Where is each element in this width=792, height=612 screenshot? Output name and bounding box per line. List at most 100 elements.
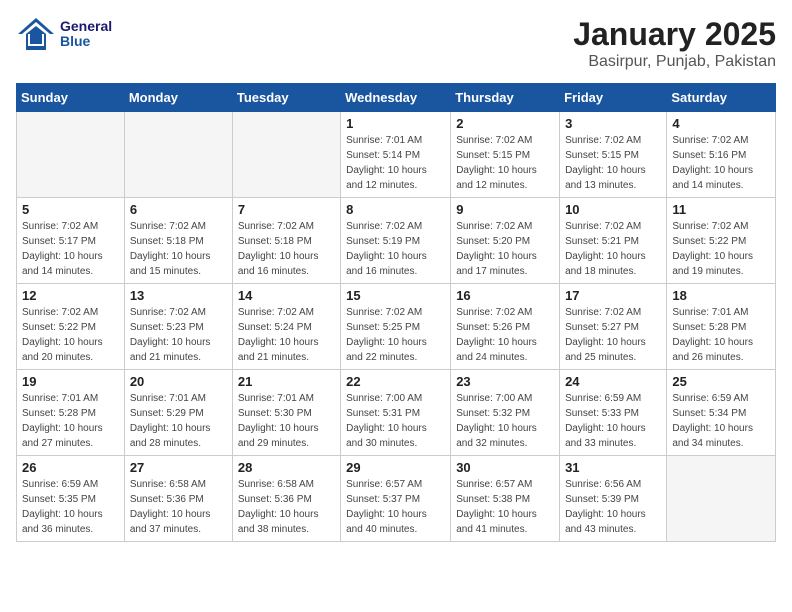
- calendar-header-row: SundayMondayTuesdayWednesdayThursdayFrid…: [17, 84, 776, 112]
- calendar-cell: 3Sunrise: 7:02 AMSunset: 5:15 PMDaylight…: [560, 112, 667, 198]
- day-info: Sunrise: 7:00 AMSunset: 5:31 PMDaylight:…: [346, 391, 445, 451]
- calendar-cell: 14Sunrise: 7:02 AMSunset: 5:24 PMDayligh…: [232, 284, 340, 370]
- calendar-cell: 15 Sunrise: 7:02 AMSunset: 5:25 PMDayligh…: [341, 284, 451, 370]
- day-number: 27: [130, 460, 227, 475]
- calendar-cell: 26 Sunrise: 6:59 AMSunset: 5:35 PMDayligh…: [17, 456, 125, 542]
- day-number: 24: [565, 374, 661, 389]
- day-info: Sunrise: 6:59 AMSunset: 5:35 PMDaylight:…: [22, 477, 119, 537]
- day-number: 11: [672, 202, 770, 217]
- day-number: 9: [456, 202, 554, 217]
- calendar-cell: 8 Sunrise: 7:02 AMSunset: 5:19 PMDaylight…: [341, 198, 451, 284]
- day-info: Sunrise: 7:02 AMSunset: 5:15 PMDaylight:…: [456, 133, 554, 193]
- page-header: General Blue January 2025 Basirpur, Punj…: [16, 16, 776, 71]
- day-number: 13: [130, 288, 227, 303]
- day-number: 15: [346, 288, 445, 303]
- calendar-cell: 2 Sunrise: 7:02 AMSunset: 5:15 PMDaylight…: [451, 112, 560, 198]
- calendar-header-monday: Monday: [124, 84, 232, 112]
- day-number: 6: [130, 202, 227, 217]
- day-number: 12: [22, 288, 119, 303]
- calendar-cell: 21 Sunrise: 7:01 AMSunset: 5:30 PMDayligh…: [232, 370, 340, 456]
- calendar-cell: 16Sunrise: 7:02 AMSunset: 5:26 PMDayligh…: [451, 284, 560, 370]
- day-number: 8: [346, 202, 445, 217]
- calendar-cell: 30 Sunrise: 6:57 AMSunset: 5:38 PMDayligh…: [451, 456, 560, 542]
- day-info: Sunrise: 7:01 AMSunset: 5:14 PMDaylight:…: [346, 133, 445, 193]
- day-info: Sunrise: 6:58 AMSunset: 5:36 PMDaylight:…: [130, 477, 227, 537]
- day-number: 18: [672, 288, 770, 303]
- day-info: Sunrise: 7:01 AMSunset: 5:29 PMDaylight:…: [130, 391, 227, 451]
- day-info: Sunrise: 6:58 AMSunset: 5:36 PMDaylight:…: [238, 477, 335, 537]
- calendar-week-row: 1 Sunrise: 7:01 AMSunset: 5:14 PMDaylight…: [17, 112, 776, 198]
- day-number: 16: [456, 288, 554, 303]
- logo: General Blue: [16, 16, 112, 52]
- day-info: Sunrise: 7:01 AMSunset: 5:28 PMDaylight:…: [672, 305, 770, 365]
- calendar-cell: 27 Sunrise: 6:58 AMSunset: 5:36 PMDayligh…: [124, 456, 232, 542]
- day-number: 2: [456, 116, 554, 131]
- day-number: 30: [456, 460, 554, 475]
- day-info: Sunrise: 6:57 AMSunset: 5:38 PMDaylight:…: [456, 477, 554, 537]
- day-info: Sunrise: 7:02 AMSunset: 5:27 PMDaylight:…: [565, 305, 661, 365]
- calendar-cell: 13 Sunrise: 7:02 AMSunset: 5:23 PMDayligh…: [124, 284, 232, 370]
- calendar-cell: 10 Sunrise: 7:02 AMSunset: 5:21 PMDayligh…: [560, 198, 667, 284]
- day-number: 28: [238, 460, 335, 475]
- logo-line2: Blue: [60, 34, 112, 49]
- day-number: 19: [22, 374, 119, 389]
- day-number: 21: [238, 374, 335, 389]
- day-info: Sunrise: 7:02 AMSunset: 5:22 PMDaylight:…: [22, 305, 119, 365]
- calendar-cell: 5 Sunrise: 7:02 AMSunset: 5:17 PMDaylight…: [17, 198, 125, 284]
- day-number: 20: [130, 374, 227, 389]
- day-number: 26: [22, 460, 119, 475]
- day-info: Sunrise: 7:02 AMSunset: 5:25 PMDaylight:…: [346, 305, 445, 365]
- title-block: January 2025 Basirpur, Punjab, Pakistan: [573, 16, 776, 71]
- day-info: Sunrise: 7:01 AMSunset: 5:28 PMDaylight:…: [22, 391, 119, 451]
- calendar-week-row: 26 Sunrise: 6:59 AMSunset: 5:35 PMDayligh…: [17, 456, 776, 542]
- day-number: 22: [346, 374, 445, 389]
- calendar-cell: [232, 112, 340, 198]
- calendar-cell: 23Sunrise: 7:00 AMSunset: 5:32 PMDayligh…: [451, 370, 560, 456]
- calendar-cell: 29Sunrise: 6:57 AMSunset: 5:37 PMDayligh…: [341, 456, 451, 542]
- day-info: Sunrise: 7:02 AMSunset: 5:23 PMDaylight:…: [130, 305, 227, 365]
- day-info: Sunrise: 7:01 AMSunset: 5:30 PMDaylight:…: [238, 391, 335, 451]
- day-number: 1: [346, 116, 445, 131]
- calendar-cell: 18 Sunrise: 7:01 AMSunset: 5:28 PMDayligh…: [667, 284, 776, 370]
- day-info: Sunrise: 6:56 AMSunset: 5:39 PMDaylight:…: [565, 477, 661, 537]
- day-number: 10: [565, 202, 661, 217]
- calendar-cell: 28 Sunrise: 6:58 AMSunset: 5:36 PMDayligh…: [232, 456, 340, 542]
- calendar-header-friday: Friday: [560, 84, 667, 112]
- day-info: Sunrise: 6:59 AMSunset: 5:33 PMDaylight:…: [565, 391, 661, 451]
- calendar-header-thursday: Thursday: [451, 84, 560, 112]
- calendar-cell: 1 Sunrise: 7:01 AMSunset: 5:14 PMDaylight…: [341, 112, 451, 198]
- day-info: Sunrise: 7:02 AMSunset: 5:24 PMDaylight:…: [238, 305, 335, 365]
- day-number: 31: [565, 460, 661, 475]
- calendar-cell: 20 Sunrise: 7:01 AMSunset: 5:29 PMDayligh…: [124, 370, 232, 456]
- day-number: 5: [22, 202, 119, 217]
- page-subtitle: Basirpur, Punjab, Pakistan: [573, 53, 776, 71]
- calendar-cell: 12 Sunrise: 7:02 AMSunset: 5:22 PMDayligh…: [17, 284, 125, 370]
- calendar-header-saturday: Saturday: [667, 84, 776, 112]
- calendar-cell: [124, 112, 232, 198]
- day-info: Sunrise: 6:59 AMSunset: 5:34 PMDaylight:…: [672, 391, 770, 451]
- day-number: 7: [238, 202, 335, 217]
- logo-icon: [16, 16, 56, 52]
- calendar-week-row: 5 Sunrise: 7:02 AMSunset: 5:17 PMDaylight…: [17, 198, 776, 284]
- logo-line1: General: [60, 19, 112, 34]
- day-info: Sunrise: 6:57 AMSunset: 5:37 PMDaylight:…: [346, 477, 445, 537]
- day-info: Sunrise: 7:02 AMSunset: 5:18 PMDaylight:…: [130, 219, 227, 279]
- calendar-cell: 11 Sunrise: 7:02 AMSunset: 5:22 PMDayligh…: [667, 198, 776, 284]
- day-number: 25: [672, 374, 770, 389]
- calendar-header-tuesday: Tuesday: [232, 84, 340, 112]
- day-info: Sunrise: 7:02 AMSunset: 5:19 PMDaylight:…: [346, 219, 445, 279]
- calendar-cell: 4 Sunrise: 7:02 AMSunset: 5:16 PMDaylight…: [667, 112, 776, 198]
- day-number: 3: [565, 116, 661, 131]
- calendar-cell: 7Sunrise: 7:02 AMSunset: 5:18 PMDaylight…: [232, 198, 340, 284]
- calendar-cell: 31 Sunrise: 6:56 AMSunset: 5:39 PMDayligh…: [560, 456, 667, 542]
- day-info: Sunrise: 7:02 AMSunset: 5:16 PMDaylight:…: [672, 133, 770, 193]
- calendar-header-wednesday: Wednesday: [341, 84, 451, 112]
- calendar-cell: [17, 112, 125, 198]
- day-info: Sunrise: 7:02 AMSunset: 5:17 PMDaylight:…: [22, 219, 119, 279]
- day-info: Sunrise: 7:02 AMSunset: 5:22 PMDaylight:…: [672, 219, 770, 279]
- day-number: 4: [672, 116, 770, 131]
- calendar-cell: 25 Sunrise: 6:59 AMSunset: 5:34 PMDayligh…: [667, 370, 776, 456]
- calendar-cell: 9Sunrise: 7:02 AMSunset: 5:20 PMDaylight…: [451, 198, 560, 284]
- day-info: Sunrise: 7:02 AMSunset: 5:21 PMDaylight:…: [565, 219, 661, 279]
- day-number: 23: [456, 374, 554, 389]
